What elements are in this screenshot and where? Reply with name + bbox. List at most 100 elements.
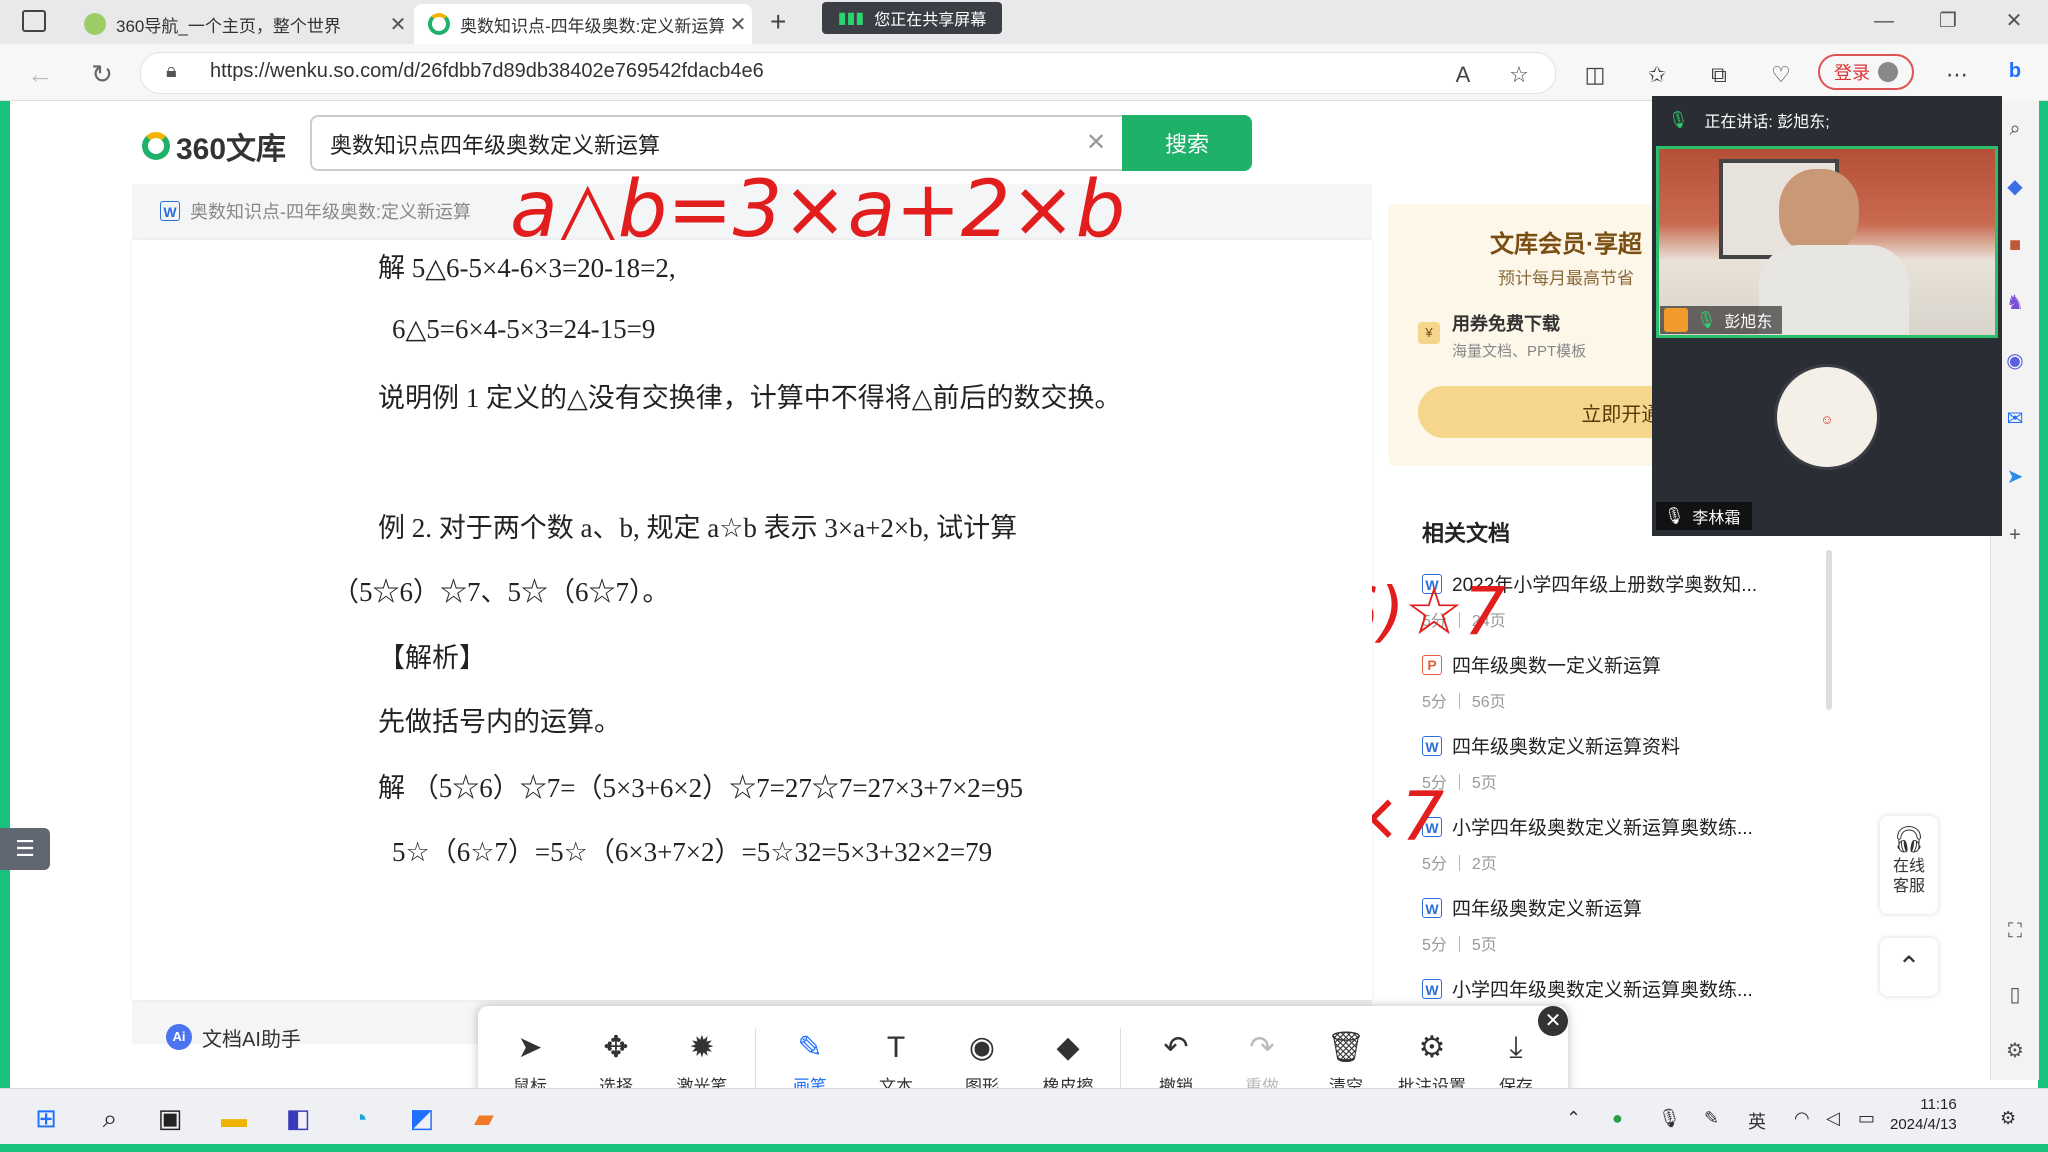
sidebar-tools-icon[interactable]: ■ bbox=[2000, 230, 2030, 260]
vip-feature-title: 用券免费下载 bbox=[1452, 314, 1560, 334]
favorite-star-icon[interactable]: ☆ bbox=[1502, 58, 1536, 92]
site-logo[interactable]: 360文库 bbox=[142, 124, 286, 168]
close-window-icon[interactable]: ✕ bbox=[1992, 6, 2036, 36]
ai-assistant-button[interactable]: Ai 文档AI助手 bbox=[132, 1002, 536, 1072]
related-scrollbar[interactable] bbox=[1826, 550, 1832, 710]
notification-icon[interactable]: ⚙ bbox=[2000, 1108, 2016, 1129]
participant-avatar[interactable]: ☺ bbox=[1774, 364, 1880, 470]
tray-app-icon[interactable]: ● bbox=[1612, 1108, 1623, 1129]
save-icon: ⤓ bbox=[1509, 1031, 1523, 1064]
participant-name-tag: 🎙︎ 彭旭东 bbox=[1660, 306, 1783, 334]
sidebar-send-icon[interactable]: ➤ bbox=[2000, 462, 2030, 492]
more-icon[interactable]: ⋯ bbox=[1940, 58, 1974, 92]
tool-button[interactable]: T 文本 bbox=[858, 1030, 934, 1097]
related-item-title: 四年级奥数一定义新运算 bbox=[1452, 656, 1662, 677]
tray-pen-icon[interactable]: ✎ bbox=[1704, 1108, 1719, 1129]
url-text[interactable]: https://wenku.so.com/d/26fdbb7d89db38402… bbox=[210, 60, 764, 83]
search-value[interactable]: 奥数知识点四年级奥数定义新运算 bbox=[330, 128, 660, 160]
battery-icon[interactable]: ▭ bbox=[1858, 1108, 1875, 1129]
text-icon: T bbox=[886, 1031, 906, 1064]
tab-wenku[interactable]: 奥数知识点-四年级奥数:定义新运算 ✕ bbox=[414, 4, 752, 44]
tool-button[interactable]: ◉ 图形 bbox=[944, 1030, 1020, 1097]
related-title: 相关文档 bbox=[1422, 521, 1511, 546]
list-item[interactable]: W 2022年小学四年级上册数学奥数知... 5分 ｜ 24页 bbox=[1422, 570, 1802, 631]
sidebar-games-icon[interactable]: ♞ bbox=[2000, 288, 2030, 318]
tool-button[interactable]: ↶ 撤销 bbox=[1138, 1030, 1214, 1097]
tool-button[interactable]: ✹ 激光笔 bbox=[664, 1030, 740, 1097]
read-aloud-icon[interactable]: A bbox=[1446, 58, 1480, 92]
search-button[interactable]: 搜索 bbox=[1122, 115, 1252, 171]
list-item[interactable]: W 四年级奥数定义新运算资料 5分 ｜ 5页 bbox=[1422, 732, 1802, 793]
start-icon[interactable]: ⊞ bbox=[26, 1098, 66, 1138]
slides-app-icon[interactable]: ▰ bbox=[464, 1098, 504, 1138]
split-screen-icon[interactable]: ◫ bbox=[1578, 58, 1612, 92]
list-item[interactable]: W 四年级奥数定义新运算 5分 ｜ 5页 bbox=[1422, 894, 1802, 955]
wifi-icon[interactable]: ◠ bbox=[1794, 1108, 1810, 1129]
clear-search-icon[interactable]: ✕ bbox=[1086, 128, 1106, 157]
list-item[interactable]: W 小学四年级奥数定义新运算奥数练... 5分 ｜ 2页 bbox=[1422, 813, 1802, 874]
related-item-pages: 24页 bbox=[1471, 613, 1506, 630]
close-toolbar-icon[interactable]: ✕ bbox=[1538, 1006, 1568, 1036]
edge-icon[interactable]: ◔ bbox=[340, 1098, 380, 1138]
collections-icon[interactable]: ⧉ bbox=[1702, 58, 1736, 92]
copilot-icon[interactable]: b bbox=[2000, 56, 2030, 86]
tab-favicon-icon bbox=[84, 13, 106, 35]
sidebar-tag-icon[interactable]: ◆ bbox=[2000, 172, 2030, 202]
file-explorer-icon[interactable]: ▬ bbox=[214, 1098, 254, 1138]
tab-actions-icon[interactable] bbox=[22, 10, 46, 32]
app-icon[interactable]: ◧ bbox=[278, 1098, 318, 1138]
ime-indicator[interactable]: 英 bbox=[1748, 1108, 1766, 1134]
restore-icon[interactable]: ❐ bbox=[1926, 6, 1970, 36]
ppt-doc-icon: P bbox=[1422, 654, 1442, 675]
taskbar-search-icon[interactable]: ⌕ bbox=[90, 1098, 130, 1138]
customer-service-button[interactable]: 🎧︎ 在线客服 bbox=[1880, 816, 1938, 914]
meeting-app-icon[interactable]: ◩ bbox=[402, 1098, 442, 1138]
sidebar-search-icon[interactable]: ⌕ bbox=[2000, 114, 2030, 144]
performance-icon[interactable]: ♡ bbox=[1764, 58, 1798, 92]
tool-button[interactable]: ✎ 画笔 bbox=[772, 1030, 848, 1097]
minimize-icon[interactable]: — bbox=[1862, 6, 1906, 36]
participant-name: 李林霜 bbox=[1692, 510, 1741, 527]
tool-button[interactable]: ➤ 鼠标 bbox=[492, 1030, 568, 1097]
volume-icon[interactable]: ◁ bbox=[1826, 1108, 1840, 1129]
lock-icon[interactable]: 🔒︎ bbox=[166, 60, 177, 83]
breadcrumb[interactable]: W 奥数知识点-四年级奥数:定义新运算 bbox=[160, 198, 471, 224]
clock[interactable]: 11:16 2024/4/13 bbox=[1890, 1095, 1957, 1135]
back-to-top-button[interactable]: ⌃ bbox=[1880, 938, 1938, 996]
new-tab-icon[interactable]: + bbox=[770, 6, 786, 38]
login-button[interactable]: 登录 bbox=[1818, 54, 1914, 90]
sharing-indicator[interactable]: ▮▮▮ 您正在共享屏幕 bbox=[822, 2, 1002, 34]
outline-toggle-button[interactable]: ☰ bbox=[0, 828, 50, 870]
sidebar-screenshot-icon[interactable]: ⛶ bbox=[2000, 916, 2030, 946]
laser-icon: ✹ bbox=[689, 1031, 715, 1064]
tool-button[interactable]: ◆ 橡皮擦 bbox=[1030, 1030, 1106, 1097]
related-item-title: 小学四年级奥数定义新运算奥数练... bbox=[1452, 818, 1753, 839]
tool-button[interactable]: ↷ 重做 bbox=[1224, 1030, 1300, 1097]
tool-button[interactable]: 🗑︎ 清空 bbox=[1308, 1030, 1384, 1097]
sidebar-m365-icon[interactable]: ◉ bbox=[2000, 346, 2030, 376]
breadcrumb-text: 奥数知识点-四年级奥数:定义新运算 bbox=[190, 202, 471, 222]
sidebar-add-icon[interactable]: + bbox=[2000, 520, 2030, 550]
tab-360nav[interactable]: 360导航_一个主页，整个世界 ✕ bbox=[70, 4, 412, 44]
list-item[interactable]: W 小学四年级奥数定义新运算奥数练... bbox=[1422, 975, 1802, 1002]
sidebar-layout-icon[interactable]: ▯ bbox=[2000, 980, 2030, 1010]
tool-button[interactable]: ⤓ 保存 bbox=[1478, 1030, 1554, 1097]
tray-expand-icon[interactable]: ⌃ bbox=[1566, 1108, 1581, 1129]
task-view-icon[interactable]: ▣ bbox=[150, 1098, 190, 1138]
close-tab-icon[interactable]: ✕ bbox=[724, 12, 752, 37]
close-tab-icon[interactable]: ✕ bbox=[384, 12, 412, 37]
favorites-icon[interactable]: ✩ bbox=[1640, 58, 1674, 92]
sidebar-settings-icon[interactable]: ⚙ bbox=[2000, 1036, 2030, 1066]
tool-button[interactable]: ✥ 选择 bbox=[578, 1030, 654, 1097]
speaking-indicator: 🎙︎ 正在讲话: 彭旭东; bbox=[1668, 108, 1830, 132]
sidebar-outlook-icon[interactable]: ✉ bbox=[2000, 404, 2030, 434]
related-item-title: 四年级奥数定义新运算资料 bbox=[1452, 737, 1681, 758]
related-item-score: 5分 bbox=[1422, 937, 1447, 954]
refresh-icon[interactable]: ↻ bbox=[84, 56, 120, 92]
back-icon[interactable]: ← bbox=[22, 56, 58, 92]
move-icon: ✥ bbox=[603, 1031, 629, 1064]
speaking-label: 正在讲话: bbox=[1704, 114, 1773, 131]
tool-button[interactable]: ⚙ 批注设置 bbox=[1394, 1030, 1470, 1097]
list-item[interactable]: P 四年级奥数一定义新运算 5分 ｜ 56页 bbox=[1422, 651, 1802, 712]
tray-mic-icon[interactable]: 🎙︎ bbox=[1658, 1108, 1681, 1129]
